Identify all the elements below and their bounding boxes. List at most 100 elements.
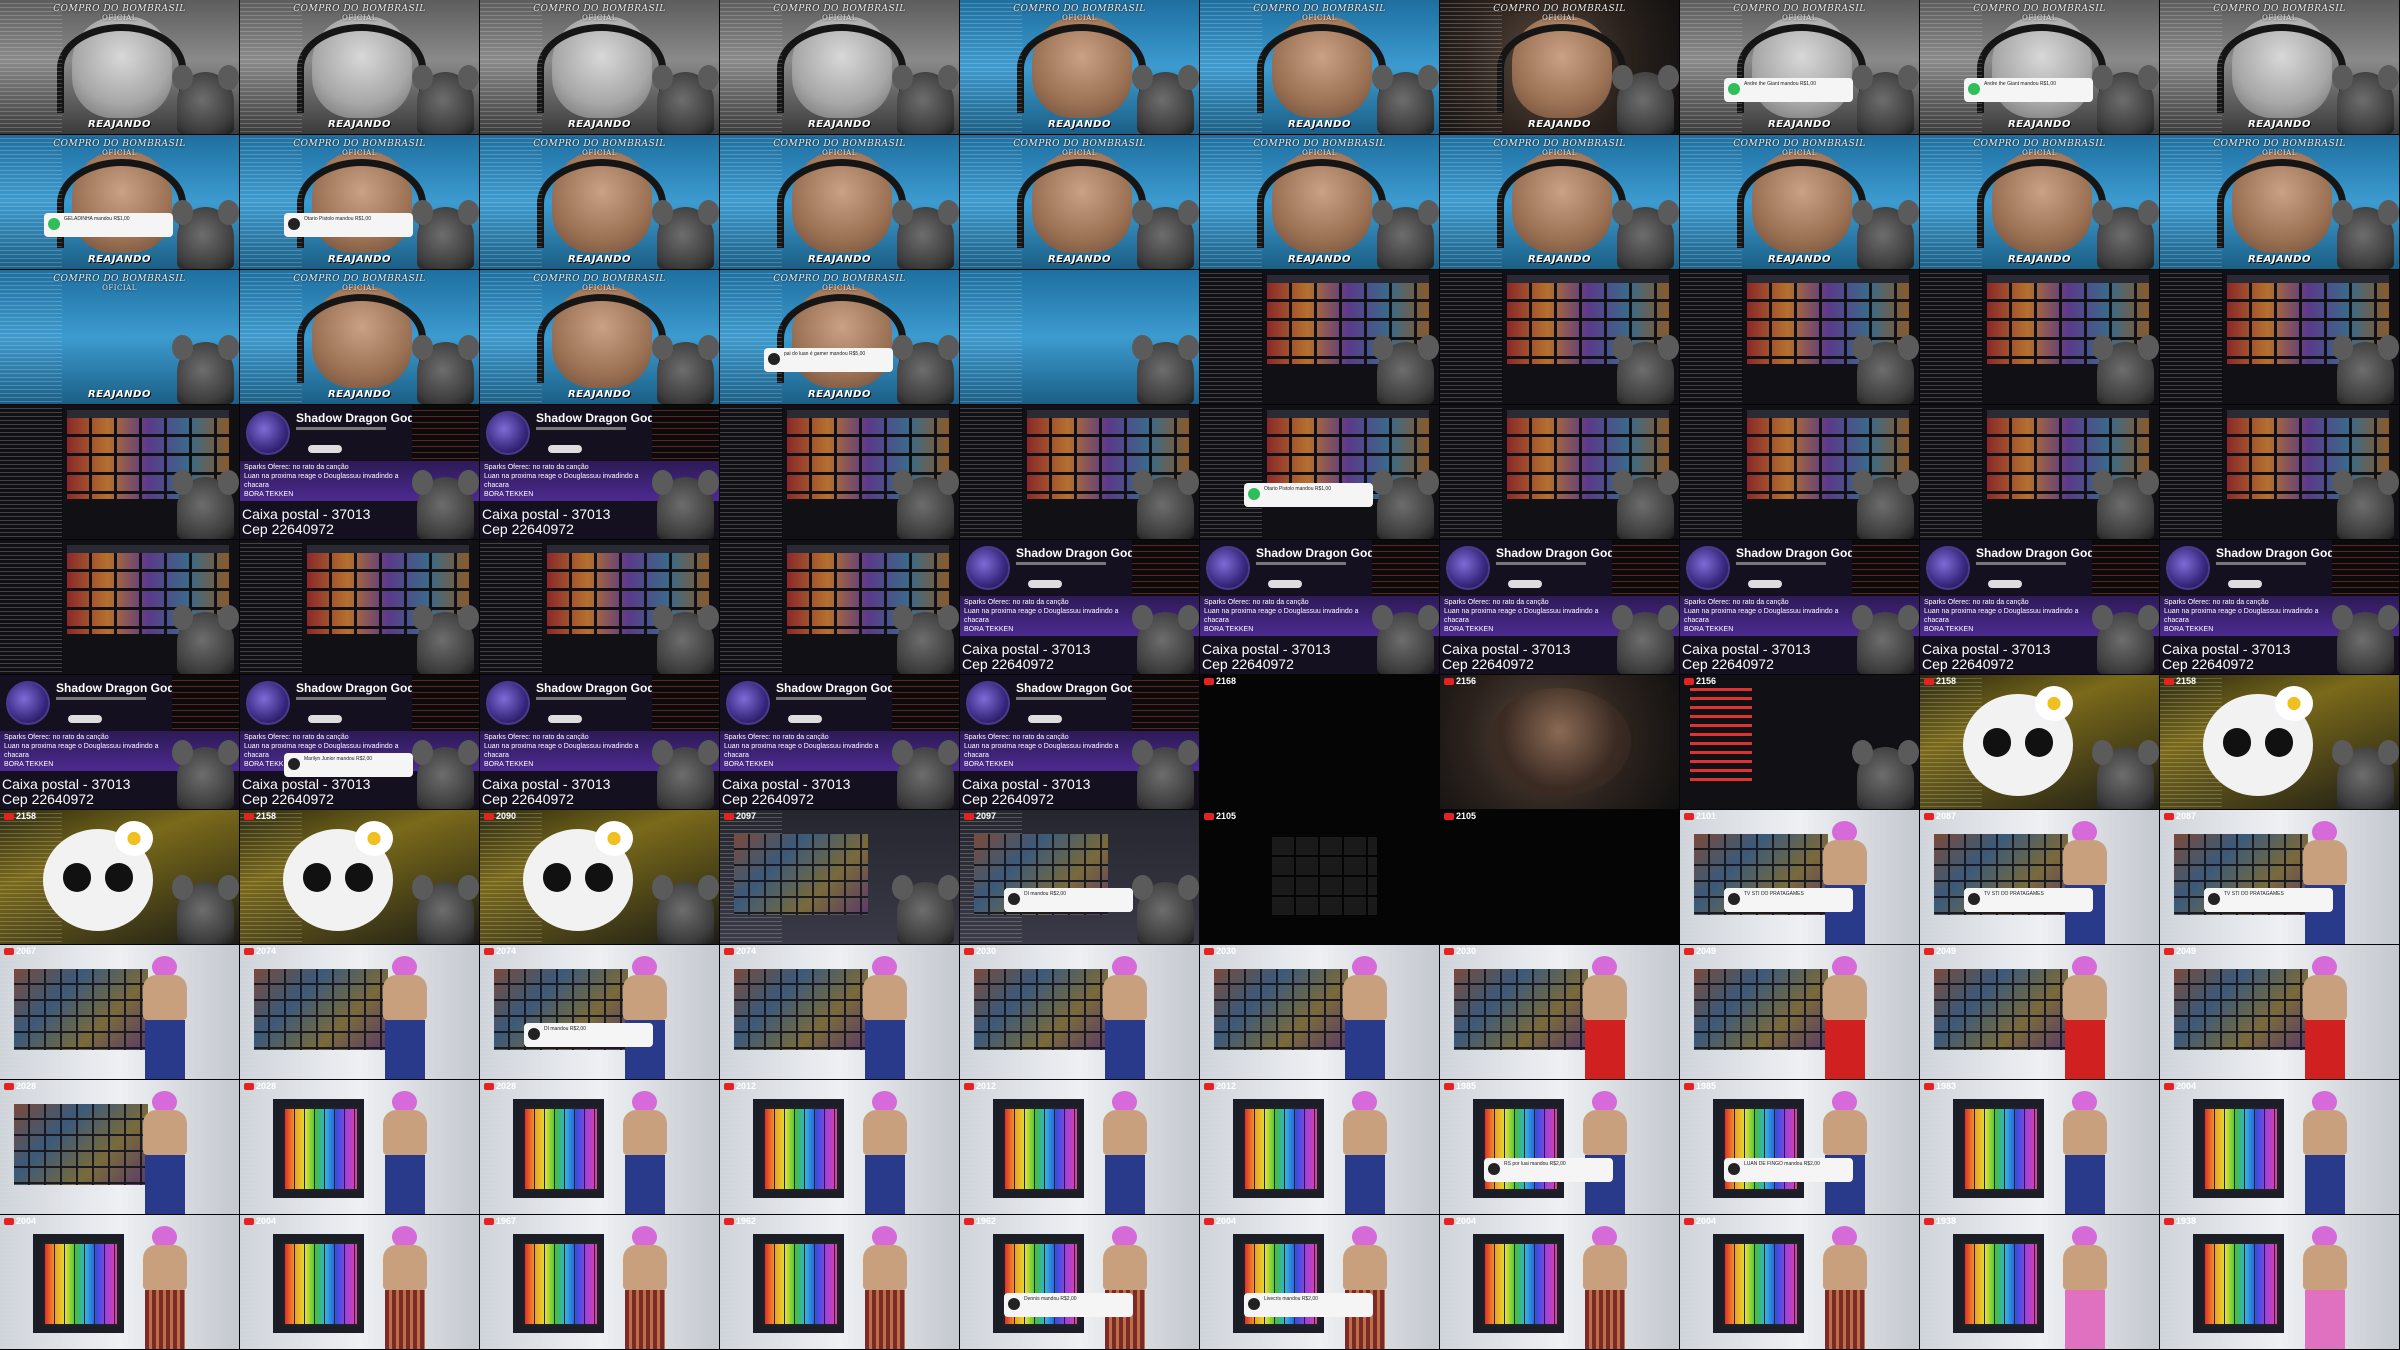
storyboard-tile[interactable]: LUAN DE FINGO mandou R$2,00 1985	[1680, 1080, 1920, 1215]
character-select-grid[interactable]	[1694, 969, 1829, 1050]
storyboard-tile[interactable]: COMPRO DO BOMBRASIL OFICIAL REAJANDO	[960, 0, 1200, 135]
storyboard-tile[interactable]: 2030	[1440, 945, 1680, 1080]
subscribe-button[interactable]	[1028, 715, 1062, 723]
storyboard-tile[interactable]: COMPRO DO BOMBRASIL OFICIAL REAJANDO Andre …	[1680, 0, 1920, 135]
character-select-grid[interactable]	[2174, 969, 2309, 1050]
storyboard-tile[interactable]: Shadow Dragon God Sparks Oferec: no rato …	[2160, 540, 2400, 675]
color-palette[interactable]	[283, 1241, 359, 1327]
storyboard-tile[interactable]: RS por luai mandou R$2,00 1985	[1440, 1080, 1680, 1215]
subscribe-button[interactable]	[308, 715, 342, 723]
storyboard-tile[interactable]	[0, 540, 240, 675]
storyboard-tile[interactable]	[1200, 270, 1440, 405]
character-select-grid[interactable]	[1454, 969, 1589, 1050]
subscribe-button[interactable]	[68, 715, 102, 723]
storyboard-tile[interactable]: 2012	[960, 1080, 1200, 1215]
storyboard-tile[interactable]	[1440, 405, 1680, 540]
subscribe-button[interactable]	[1268, 580, 1302, 588]
storyboard-tile[interactable]: COMPRO DO BOMBRASIL OFICIAL REAJANDO	[1440, 0, 1680, 135]
channel-name[interactable]: Shadow Dragon God	[296, 411, 415, 425]
character-select-grid[interactable]	[734, 834, 869, 915]
storyboard-tile[interactable]: 2012	[1200, 1080, 1440, 1215]
storyboard-tile[interactable]: COMPRO DO BOMBRASIL OFICIAL REAJANDO	[480, 270, 720, 405]
storyboard-tile[interactable]	[1920, 270, 2160, 405]
character-select-grid[interactable]	[254, 969, 389, 1050]
storyboard-tile[interactable]: 2156	[1440, 675, 1680, 810]
storyboard-tile[interactable]: Shadow Dragon God Sparks Oferec: no rato …	[240, 675, 480, 810]
storyboard-tile[interactable]: 1962	[720, 1215, 960, 1350]
color-palette[interactable]	[763, 1106, 839, 1192]
storyboard-tile[interactable]: COMPRO DO BOMBRASIL OFICIAL REAJANDO	[480, 0, 720, 135]
character-select-grid[interactable]	[1934, 969, 2069, 1050]
color-palette[interactable]	[523, 1241, 599, 1327]
storyboard-tile[interactable]: COMPRO DO BOMBRASIL OFICIAL REAJANDO	[1680, 135, 1920, 270]
color-palette[interactable]	[1003, 1106, 1079, 1192]
character-select-grid[interactable]	[734, 969, 869, 1050]
storyboard-tile[interactable]: Shadow Dragon God Sparks Oferec: no rato …	[480, 405, 720, 540]
storyboard-tile[interactable]: TV STI DO PRATAGAMES 2087	[2160, 810, 2400, 945]
storyboard-tile[interactable]	[0, 405, 240, 540]
storyboard-tile[interactable]	[1680, 270, 1920, 405]
storyboard-tile[interactable]	[720, 405, 960, 540]
color-palette[interactable]	[523, 1106, 599, 1192]
storyboard-tile[interactable]: Shadow Dragon God Sparks Oferec: no rato …	[960, 675, 1200, 810]
storyboard-tile[interactable]: 2028	[240, 1080, 480, 1215]
channel-name[interactable]: Shadow Dragon God	[296, 681, 415, 695]
storyboard-tile[interactable]: Shadow Dragon God Sparks Oferec: no rato …	[1200, 540, 1440, 675]
storyboard-tile[interactable]: 1938	[2160, 1215, 2400, 1350]
storyboard-tile[interactable]: 2158	[0, 810, 240, 945]
color-palette[interactable]	[2203, 1106, 2279, 1192]
storyboard-tile[interactable]: Shadow Dragon God Sparks Oferec: no rato …	[720, 675, 960, 810]
storyboard-tile[interactable]	[480, 540, 720, 675]
channel-name[interactable]: Shadow Dragon God	[1016, 546, 1135, 560]
storyboard-tile[interactable]: 2158	[240, 810, 480, 945]
storyboard-tile[interactable]: 2158	[1920, 675, 2160, 810]
subscribe-button[interactable]	[1028, 580, 1062, 588]
storyboard-tile[interactable]: 2049	[2160, 945, 2400, 1080]
subscribe-button[interactable]	[308, 445, 342, 453]
storyboard-tile[interactable]	[1440, 270, 1680, 405]
storyboard-tile[interactable]	[240, 540, 480, 675]
storyboard-tile[interactable]: COMPRO DO BOMBRASIL OFICIAL REAJANDO	[480, 135, 720, 270]
storyboard-tile[interactable]: Shadow Dragon God Sparks Oferec: no rato …	[240, 405, 480, 540]
storyboard-tile[interactable]: 2049	[1920, 945, 2160, 1080]
storyboard-tile[interactable]: 2097	[720, 810, 960, 945]
storyboard-tile[interactable]: COMPRO DO BOMBRASIL OFICIAL REAJANDO	[720, 135, 960, 270]
color-palette[interactable]	[1723, 1241, 1799, 1327]
color-palette[interactable]	[1963, 1241, 2039, 1327]
character-select-grid[interactable]	[14, 969, 149, 1050]
storyboard-tile[interactable]: COMPRO DO BOMBRASIL OFICIAL REAJANDO	[240, 0, 480, 135]
storyboard-tile[interactable]: 2004	[1680, 1215, 1920, 1350]
channel-name[interactable]: Shadow Dragon God	[536, 411, 655, 425]
storyboard-tile[interactable]: Dennis mandou R$2,00 1962	[960, 1215, 1200, 1350]
storyboard-tile[interactable]: 2049	[1680, 945, 1920, 1080]
storyboard-tile[interactable]: 2030	[1200, 945, 1440, 1080]
storyboard-tile[interactable]: Shadow Dragon God Sparks Oferec: no rato …	[1680, 540, 1920, 675]
channel-name[interactable]: Shadow Dragon God	[1736, 546, 1855, 560]
character-select-grid[interactable]	[14, 1104, 149, 1185]
color-palette[interactable]	[43, 1241, 119, 1327]
storyboard-tile[interactable]: 2105	[1200, 810, 1440, 945]
storyboard-tile[interactable]: 1983	[1920, 1080, 2160, 1215]
storyboard-tile[interactable]: 2168	[1200, 675, 1440, 810]
channel-name[interactable]: Shadow Dragon God	[536, 681, 655, 695]
channel-name[interactable]: Shadow Dragon God	[1256, 546, 1375, 560]
storyboard-tile[interactable]: COMPRO DO BOMBRASIL OFICIAL REAJANDO	[2160, 135, 2400, 270]
storyboard-tile[interactable]: 2030	[960, 945, 1200, 1080]
storyboard-tile[interactable]: 2028	[0, 1080, 240, 1215]
storyboard-tile[interactable]: 2067	[0, 945, 240, 1080]
storyboard-tile[interactable]: COMPRO DO BOMBRASIL OFICIAL REAJANDO	[2160, 0, 2400, 135]
subscribe-button[interactable]	[548, 715, 582, 723]
channel-name[interactable]: Shadow Dragon God	[56, 681, 175, 695]
storyboard-tile[interactable]: Shadow Dragon God Sparks Oferec: no rato …	[0, 675, 240, 810]
storyboard-tile[interactable]	[2160, 405, 2400, 540]
storyboard-tile[interactable]: 2105	[1440, 810, 1680, 945]
color-palette[interactable]	[2203, 1241, 2279, 1327]
storyboard-tile[interactable]	[960, 270, 1200, 405]
storyboard-tile[interactable]: COMPRO DO BOMBRASIL OFICIAL REAJANDO Andre …	[1920, 0, 2160, 135]
subscribe-button[interactable]	[1988, 580, 2022, 588]
storyboard-tile[interactable]: 2158	[2160, 675, 2400, 810]
storyboard-tile[interactable]: 2074	[720, 945, 960, 1080]
storyboard-tile[interactable]: COMPRO DO BOMBRASIL OFICIAL REAJANDO	[240, 270, 480, 405]
storyboard-tile[interactable]: COMPRO DO BOMBRASIL OFICIAL REAJANDO	[1440, 135, 1680, 270]
storyboard-tile[interactable]	[1920, 405, 2160, 540]
